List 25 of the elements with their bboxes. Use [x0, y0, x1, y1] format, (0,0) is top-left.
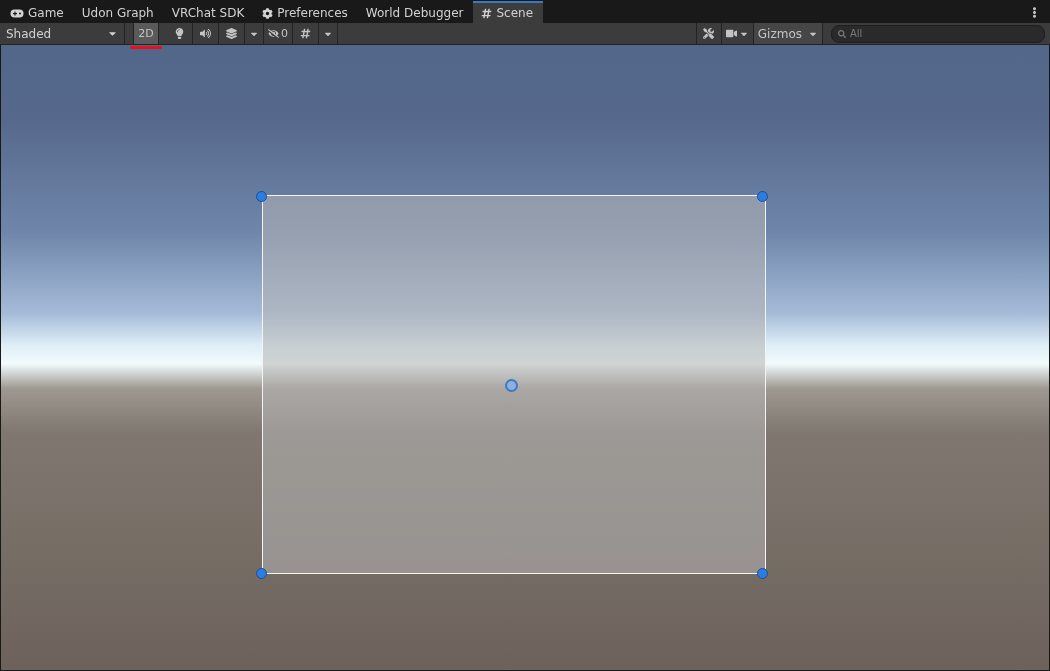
tab[interactable]: VRChat SDK	[163, 1, 255, 23]
tab[interactable]: Game	[2, 1, 74, 23]
corner-handle[interactable]	[256, 568, 267, 579]
tools-button[interactable]	[695, 23, 722, 44]
grid-icon	[300, 28, 311, 39]
tools-icon	[703, 28, 715, 39]
hash-icon	[481, 7, 493, 19]
corner-handle[interactable]	[757, 191, 768, 202]
tab[interactable]: World Debugger	[357, 1, 474, 23]
tab[interactable]: Udon Graph	[73, 1, 164, 23]
speaker-icon	[200, 28, 211, 39]
tab[interactable]: Scene	[473, 1, 544, 23]
corner-handle[interactable]	[256, 191, 267, 202]
corner-handle[interactable]	[757, 568, 768, 579]
eye-slash-icon	[268, 28, 279, 39]
gizmos-dropdown[interactable]: Gizmos	[753, 23, 823, 44]
lightbulb-icon	[174, 28, 185, 39]
pivot-handle[interactable]	[505, 379, 518, 392]
tab[interactable]: Preferences	[254, 1, 358, 23]
camera-icon	[725, 28, 737, 39]
draw-mode-dropdown[interactable]: Shaded	[0, 23, 125, 44]
gamepad-icon	[10, 8, 24, 18]
layers-icon	[226, 28, 237, 39]
search-icon	[838, 29, 846, 38]
settings-icon	[262, 7, 274, 19]
